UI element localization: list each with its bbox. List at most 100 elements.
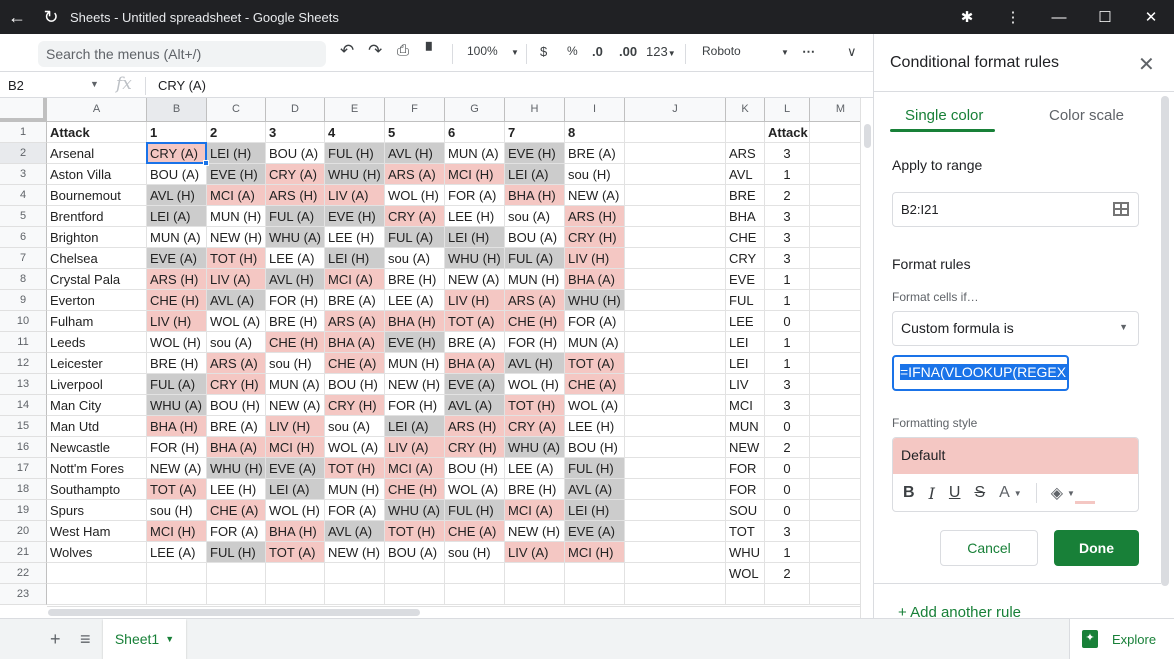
lookup-team-code-cell[interactable]: BHA — [726, 206, 765, 227]
fixture-cell[interactable]: LEE (A) — [147, 542, 207, 563]
team-name-cell[interactable]: Nott'm Fores — [47, 458, 147, 479]
cell[interactable] — [726, 122, 765, 143]
fixture-cell[interactable]: NEW (A) — [266, 395, 325, 416]
cell[interactable] — [810, 395, 860, 416]
fixture-cell[interactable]: sou (A) — [505, 206, 565, 227]
header-cell[interactable]: Attack — [47, 122, 147, 143]
add-sheet-icon[interactable]: + — [50, 629, 61, 650]
fixture-cell[interactable]: CRY (A) — [266, 164, 325, 185]
explore-button[interactable]: ✦ Explore — [1069, 619, 1174, 659]
decrease-decimal-button[interactable]: .0 — [592, 44, 603, 59]
fixture-cell[interactable]: WHU (H) — [445, 248, 505, 269]
cell[interactable] — [625, 374, 726, 395]
fixture-cell[interactable]: EVE (A) — [565, 521, 625, 542]
team-name-cell[interactable]: Arsenal — [47, 143, 147, 164]
fixture-cell[interactable]: BOU (H) — [207, 395, 266, 416]
cell[interactable] — [810, 143, 860, 164]
cell[interactable] — [810, 521, 860, 542]
vertical-scrollbar[interactable] — [860, 98, 873, 618]
range-input[interactable]: B2:I21 — [892, 192, 1139, 227]
cell[interactable] — [625, 269, 726, 290]
header-cell[interactable]: 6 — [445, 122, 505, 143]
fixture-cell[interactable]: WHU (H) — [325, 164, 385, 185]
fixture-cell[interactable]: WHU (A) — [266, 227, 325, 248]
lookup-attack-value-cell[interactable]: 0 — [765, 500, 810, 521]
maximize-icon[interactable]: ☐ — [1082, 8, 1128, 26]
cell[interactable] — [505, 563, 565, 584]
lookup-team-code-cell[interactable]: ARS — [726, 143, 765, 164]
italic-icon[interactable]: I — [929, 484, 935, 503]
lookup-team-code-cell[interactable]: TOT — [726, 521, 765, 542]
column-header-h[interactable]: H — [505, 98, 565, 122]
fixture-cell[interactable]: BHA (A) — [207, 437, 266, 458]
fixture-cell[interactable]: WOL (A) — [325, 437, 385, 458]
cell[interactable] — [266, 584, 325, 605]
fixture-cell[interactable]: MCI (A) — [325, 269, 385, 290]
cell[interactable] — [625, 122, 726, 143]
cell[interactable] — [505, 584, 565, 605]
fixture-cell[interactable]: BOU (A) — [385, 542, 445, 563]
fixture-cell[interactable]: LEE (A) — [385, 290, 445, 311]
fixture-cell[interactable]: MUN (A) — [565, 332, 625, 353]
lookup-attack-value-cell[interactable]: 3 — [765, 227, 810, 248]
fixture-cell[interactable]: FUL (H) — [445, 500, 505, 521]
fixture-cell[interactable]: NEW (A) — [565, 185, 625, 206]
lookup-team-code-cell[interactable]: MUN — [726, 416, 765, 437]
fixture-cell[interactable]: FUL (A) — [505, 248, 565, 269]
header-cell[interactable]: 7 — [505, 122, 565, 143]
row-header-4[interactable]: 4 — [0, 185, 47, 206]
fixture-cell[interactable]: LIV (H) — [445, 290, 505, 311]
fixture-cell[interactable]: MUN (A) — [445, 143, 505, 164]
lookup-attack-value-cell[interactable]: 1 — [765, 164, 810, 185]
fixture-cell[interactable]: BOU (H) — [325, 374, 385, 395]
column-header-c[interactable]: C — [207, 98, 266, 122]
column-header-k[interactable]: K — [726, 98, 765, 122]
lookup-attack-value-cell[interactable]: 1 — [765, 332, 810, 353]
lookup-team-code-cell[interactable]: LEI — [726, 332, 765, 353]
cell[interactable] — [445, 584, 505, 605]
team-name-cell[interactable]: Southampto — [47, 479, 147, 500]
cell[interactable] — [810, 206, 860, 227]
fixture-cell[interactable]: CRY (A) — [505, 416, 565, 437]
fixture-cell[interactable]: FOR (A) — [325, 500, 385, 521]
fixture-cell[interactable]: NEW (A) — [147, 458, 207, 479]
row-header-13[interactable]: 13 — [0, 374, 47, 395]
fixture-cell[interactable]: FOR (A) — [445, 185, 505, 206]
fixture-cell[interactable]: MUN (A) — [266, 374, 325, 395]
row-header-12[interactable]: 12 — [0, 353, 47, 374]
fill-color-icon[interactable]: ◈ — [1051, 483, 1063, 503]
cell[interactable] — [625, 227, 726, 248]
cell[interactable] — [810, 248, 860, 269]
fixture-cell[interactable]: BOU (A) — [266, 143, 325, 164]
undo-icon[interactable]: ↶ — [340, 41, 354, 61]
fixture-cell[interactable]: sou (H) — [266, 353, 325, 374]
back-arrow-icon[interactable]: ← — [0, 0, 34, 34]
row-header-2[interactable]: 2 — [0, 143, 47, 164]
fixture-cell[interactable]: LEE (H) — [325, 227, 385, 248]
lookup-team-code-cell[interactable]: CHE — [726, 227, 765, 248]
cell[interactable] — [810, 458, 860, 479]
lookup-team-code-cell[interactable]: MCI — [726, 395, 765, 416]
fixture-cell[interactable]: sou (A) — [325, 416, 385, 437]
fixture-cell[interactable]: LEI (H) — [325, 248, 385, 269]
lookup-team-code-cell[interactable]: BRE — [726, 185, 765, 206]
column-header-f[interactable]: F — [385, 98, 445, 122]
reload-icon[interactable]: ↻ — [34, 0, 68, 34]
fixture-cell[interactable]: AVL (A) — [565, 479, 625, 500]
team-name-cell[interactable]: Everton — [47, 290, 147, 311]
fixture-cell[interactable]: AVL (H) — [385, 143, 445, 164]
fixture-cell[interactable]: sou (H) — [147, 500, 207, 521]
row-header-23[interactable]: 23 — [0, 584, 47, 605]
cell[interactable] — [625, 479, 726, 500]
tab-single-color[interactable]: Single color — [905, 107, 983, 124]
fixture-cell[interactable]: LIV (H) — [565, 248, 625, 269]
lookup-attack-value-cell[interactable]: 2 — [765, 437, 810, 458]
header-cell[interactable]: 4 — [325, 122, 385, 143]
sheet-tab-sheet1[interactable]: Sheet1 ▼ — [103, 619, 186, 659]
fixture-cell[interactable]: MCI (A) — [385, 458, 445, 479]
fixture-cell[interactable]: MUN (A) — [147, 227, 207, 248]
fixture-cell[interactable]: MCI (A) — [207, 185, 266, 206]
team-name-cell[interactable]: Liverpool — [47, 374, 147, 395]
minimize-icon[interactable]: — — [1036, 9, 1082, 26]
team-name-cell[interactable]: Wolves — [47, 542, 147, 563]
